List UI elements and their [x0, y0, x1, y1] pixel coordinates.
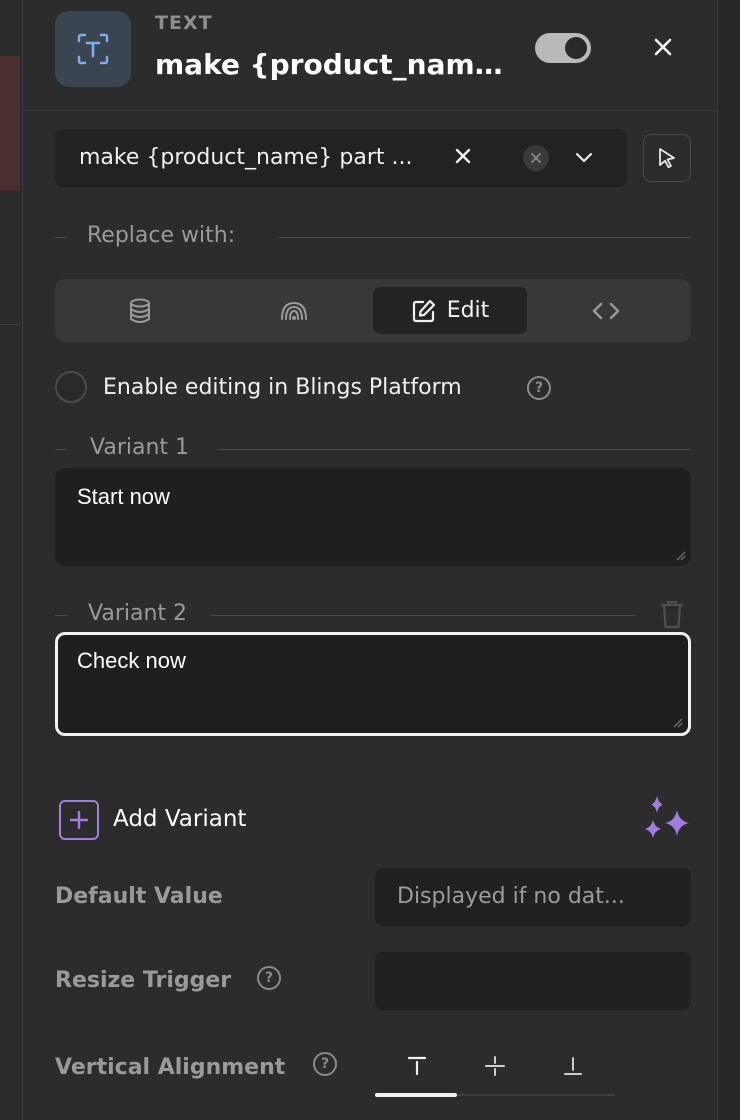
- add-variant-label[interactable]: Add Variant: [113, 806, 246, 832]
- mode-option-edit-label: Edit: [446, 298, 490, 323]
- bottom-align-icon: [564, 1057, 582, 1075]
- help-icon[interactable]: ?: [527, 376, 551, 400]
- variant-2-label: Variant 2: [88, 601, 188, 626]
- remove-tag-icon[interactable]: [453, 146, 473, 166]
- vertical-alignment-help-icon[interactable]: ?: [313, 1052, 337, 1076]
- variant-2-section: Variant 2: [55, 601, 635, 631]
- align-bottom-button[interactable]: [553, 1048, 593, 1084]
- variant-1-textarea[interactable]: Start now: [55, 468, 691, 566]
- clear-selection-button[interactable]: [523, 145, 549, 171]
- layer-select[interactable]: make {product_name} part ...: [55, 129, 627, 187]
- resize-grip-icon[interactable]: [673, 548, 687, 562]
- align-middle-button[interactable]: [475, 1048, 515, 1084]
- replace-with-section: Replace with:: [55, 223, 691, 253]
- code-icon: [592, 302, 620, 319]
- toggle-knob: [565, 37, 587, 59]
- resize-trigger-label: Resize Trigger: [55, 968, 232, 993]
- left-edge-divider: [0, 324, 20, 325]
- default-value-label: Default Value: [55, 884, 223, 909]
- add-variant-button[interactable]: [59, 800, 99, 840]
- left-edge-panel: [0, 0, 20, 1120]
- database-icon: [130, 298, 150, 323]
- variant-2-textarea[interactable]: Check now: [55, 632, 691, 736]
- resize-trigger-input[interactable]: [375, 952, 691, 1010]
- variant-1-label: Variant 1: [90, 435, 190, 460]
- mode-option-code[interactable]: [529, 287, 683, 334]
- delete-variant-icon[interactable]: [657, 598, 687, 630]
- close-icon: [654, 38, 672, 56]
- mode-option-edit[interactable]: Edit: [373, 287, 527, 334]
- default-value-input[interactable]: Displayed if no dat...: [375, 868, 691, 926]
- enable-editing-label: Enable editing in Blings Platform: [103, 375, 462, 400]
- resize-grip-icon[interactable]: [670, 715, 684, 729]
- layer-select-value: make {product_name} part ...: [79, 145, 413, 170]
- left-edge-highlight: [0, 56, 20, 191]
- cursor-pointer-icon: [659, 148, 675, 169]
- chevron-down-icon[interactable]: [573, 148, 595, 168]
- alignment-active-indicator: [375, 1093, 457, 1097]
- properties-panel: TEXT make {product_name}... make {produc…: [22, 0, 719, 1120]
- align-top-button[interactable]: [397, 1048, 437, 1084]
- replace-with-label: Replace with:: [87, 223, 236, 248]
- mode-option-broadcast[interactable]: [217, 287, 371, 334]
- resize-trigger-help-icon[interactable]: ?: [257, 966, 281, 990]
- variant-2-value: Check now: [77, 648, 186, 673]
- variant-1-value: Start now: [77, 484, 170, 509]
- close-button[interactable]: [647, 30, 679, 64]
- pick-layer-button[interactable]: [643, 134, 691, 182]
- right-edge: [719, 0, 740, 1120]
- variant-1-section: Variant 1: [55, 435, 691, 465]
- text-layer-icon: [55, 11, 131, 87]
- plus-icon: [69, 810, 89, 830]
- ai-sparkle-icon[interactable]: [639, 794, 695, 846]
- broadcast-icon: [281, 301, 307, 320]
- replace-mode-selector: Edit: [55, 279, 691, 342]
- header-divider: [23, 110, 719, 111]
- layer-visibility-toggle[interactable]: [535, 33, 591, 63]
- top-align-icon: [407, 1056, 427, 1076]
- mode-option-database[interactable]: [63, 287, 217, 334]
- clear-icon: [531, 153, 541, 163]
- edit-icon: [412, 299, 435, 322]
- layer-type-label: TEXT: [155, 12, 213, 34]
- middle-align-icon: [485, 1056, 505, 1076]
- layer-title: make {product_name}...: [155, 48, 515, 81]
- vertical-alignment-label: Vertical Alignment: [55, 1055, 286, 1080]
- default-value-placeholder: Displayed if no dat...: [397, 884, 625, 909]
- enable-editing-checkbox[interactable]: [55, 371, 87, 403]
